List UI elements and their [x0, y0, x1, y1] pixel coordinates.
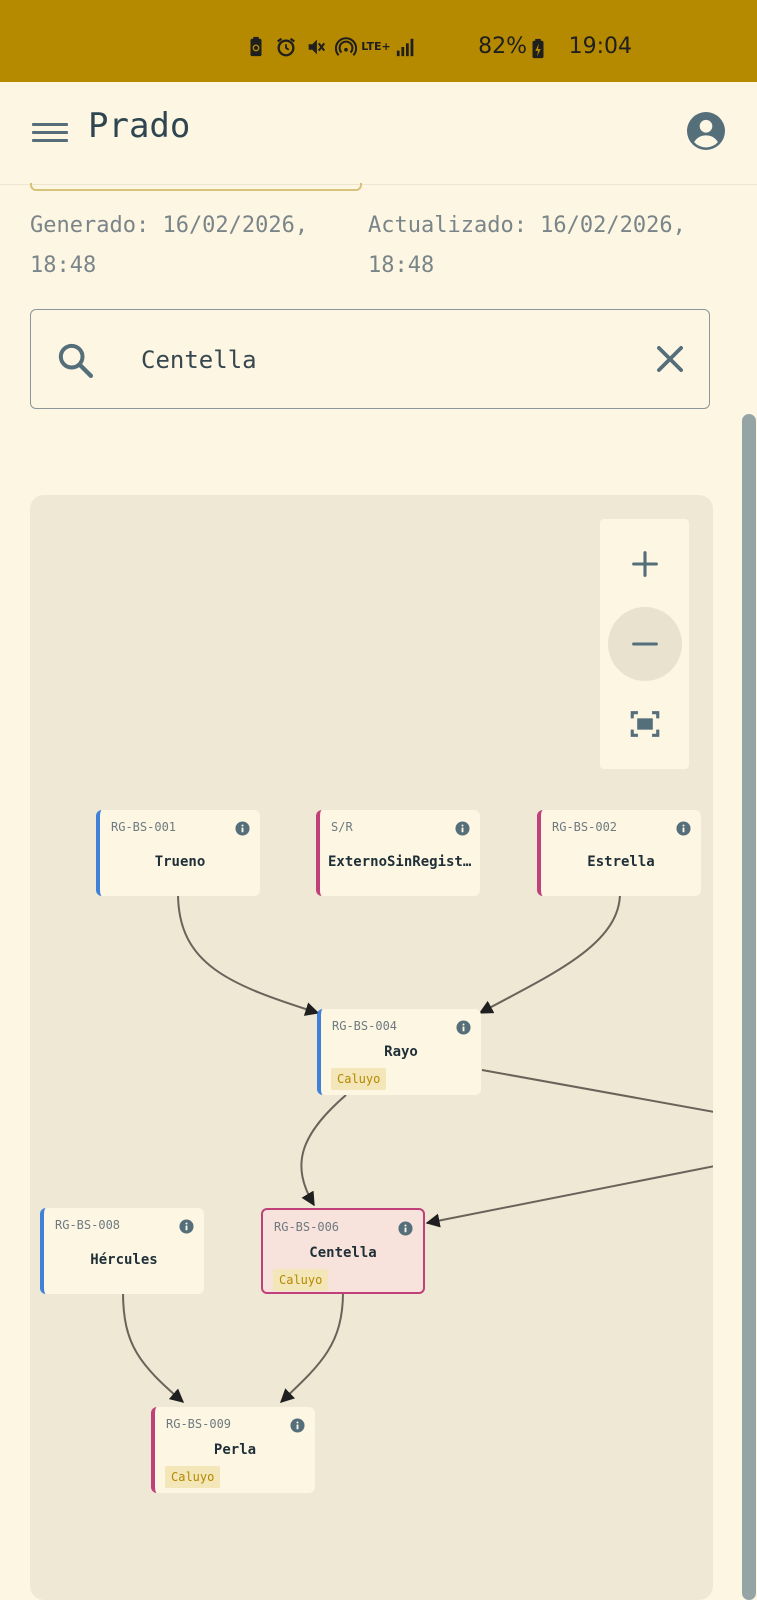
node-code: RG-BS-004	[332, 1019, 398, 1033]
vibrate-icon	[305, 36, 327, 58]
close-icon	[657, 346, 683, 372]
edge-rayo-offscreen	[481, 1069, 713, 1113]
edge-offscreen-centella	[425, 1165, 713, 1228]
app-bar: Prado	[0, 82, 757, 185]
info-icon[interactable]	[456, 1020, 471, 1035]
owner-badge: Caluyo	[331, 1068, 387, 1090]
menu-icon	[32, 123, 68, 126]
fit-screen-icon	[630, 711, 660, 737]
node-trueno[interactable]: RG-BS-001 Trueno	[96, 810, 260, 896]
node-externo-sin-registro[interactable]: S/R ExternoSinRegistr…	[316, 810, 480, 896]
node-centella-selected[interactable]: RG-BS-006 Centella Caluyo	[261, 1208, 425, 1294]
zoom-in-button[interactable]	[608, 527, 682, 601]
node-name: Centella	[309, 1245, 377, 1261]
generated-date: Generado: 16/02/2026, 18:48	[30, 213, 309, 278]
lte-icon: LTE+	[361, 40, 391, 53]
search-input[interactable]	[139, 336, 623, 384]
node-code: RG-BS-006	[274, 1220, 340, 1234]
info-icon[interactable]	[398, 1221, 413, 1236]
edge-trueno-rayo	[177, 892, 320, 1016]
node-rayo[interactable]: RG-BS-004 Rayo Caluyo	[317, 1009, 481, 1095]
edge-rayo-centella	[300, 1094, 347, 1207]
hotspot-icon	[335, 36, 357, 58]
search-box	[30, 309, 710, 409]
node-code: S/R	[331, 820, 353, 834]
node-code: RG-BS-002	[552, 820, 618, 834]
fit-view-button[interactable]	[608, 687, 682, 761]
zoom-out-button[interactable]	[608, 607, 682, 681]
node-name: ExternoSinRegistr…	[328, 854, 480, 870]
zoom-controls	[600, 519, 689, 769]
menu-icon-line	[32, 131, 68, 134]
info-icon[interactable]	[676, 821, 691, 836]
edge-centella-perla	[279, 1291, 344, 1403]
owner-badge: Caluyo	[273, 1269, 329, 1291]
edge-estrella-rayo	[478, 892, 621, 1014]
alarm-icon	[275, 36, 297, 58]
edge-hercules-perla	[122, 1291, 185, 1403]
node-perla[interactable]: RG-BS-009 Perla Caluyo	[151, 1407, 315, 1493]
collapsed-panel-edge	[30, 183, 362, 191]
node-code: RG-BS-008	[55, 1218, 121, 1232]
menu-icon-line	[32, 139, 68, 142]
minus-icon	[632, 642, 658, 646]
search-icon	[58, 343, 94, 378]
plus-icon	[632, 551, 658, 577]
status-bar: LTE+ 82% 19:04	[0, 0, 757, 82]
pedigree-graph[interactable]: RG-BS-001 Trueno S/R ExternoSinRegistr… …	[30, 495, 713, 1600]
page-scrollbar[interactable]	[742, 414, 757, 1600]
battery-saver-icon	[245, 36, 267, 58]
node-hercules[interactable]: RG-BS-008 Hércules	[40, 1208, 204, 1294]
battery-charging-icon	[527, 38, 549, 60]
account-button[interactable]	[687, 112, 725, 150]
info-icon[interactable]	[179, 1219, 194, 1234]
info-icon[interactable]	[290, 1418, 305, 1433]
info-icon[interactable]	[455, 821, 470, 836]
node-name: Estrella	[587, 854, 655, 870]
node-estrella[interactable]: RG-BS-002 Estrella	[537, 810, 701, 896]
node-name: Rayo	[384, 1044, 418, 1060]
node-name: Hércules	[90, 1252, 158, 1268]
account-circle-icon	[687, 112, 725, 150]
owner-badge: Caluyo	[165, 1466, 221, 1488]
info-icon[interactable]	[235, 821, 250, 836]
app-title: Prado	[88, 106, 191, 146]
node-name: Trueno	[154, 854, 206, 870]
clock: 19:04	[568, 34, 632, 59]
updated-date: Actualizado: 16/02/2026, 18:48	[368, 213, 686, 278]
clear-search-button[interactable]	[651, 340, 689, 378]
signal-icon	[395, 36, 417, 58]
battery-percent: 82%	[478, 34, 527, 59]
status-icons: LTE+	[245, 36, 417, 58]
menu-button[interactable]	[32, 118, 68, 148]
scrollbar-thumb[interactable]	[742, 414, 756, 1600]
node-code: RG-BS-001	[111, 820, 177, 834]
node-name: Perla	[213, 1442, 257, 1458]
node-code: RG-BS-009	[166, 1417, 232, 1431]
